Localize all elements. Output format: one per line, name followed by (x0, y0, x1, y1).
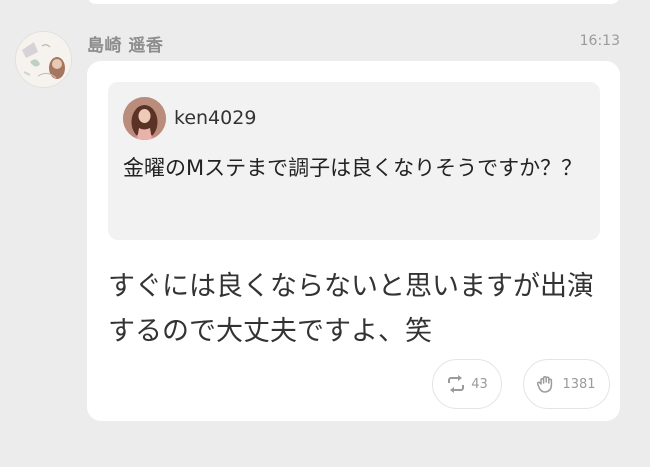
repost-count: 43 (471, 376, 488, 392)
quoted-message[interactable]: ken4029 金曜のMステまで調子は良くなりそうですか？？ (108, 82, 600, 240)
author-avatar-image (16, 32, 71, 87)
reply-text: すぐには良くならないと思いますが出演するので大丈夫ですよ、笑 (108, 271, 594, 347)
quoted-user-avatar-image (123, 97, 166, 140)
post-item: 島崎 遥香 16:13 ken4029 金曜のMステまで調子は良くなりそうですか… (0, 0, 650, 467)
quoted-user-avatar[interactable] (123, 97, 166, 140)
repost-icon (448, 375, 465, 393)
author-name[interactable]: 島崎 遥香 (87, 31, 163, 56)
repost-button[interactable]: 43 (432, 359, 502, 409)
post-timestamp: 16:13 (579, 33, 620, 49)
quoted-username[interactable]: ken4029 (174, 107, 256, 129)
clap-hand-icon (537, 376, 553, 393)
clap-button[interactable]: 1381 (523, 359, 610, 409)
author-avatar[interactable] (15, 31, 72, 88)
quoted-text: 金曜のMステまで調子は良くなりそうですか？？ (123, 156, 583, 180)
clap-count: 1381 (562, 376, 596, 392)
message-card: ken4029 金曜のMステまで調子は良くなりそうですか？？ すぐには良くならな… (87, 61, 620, 421)
